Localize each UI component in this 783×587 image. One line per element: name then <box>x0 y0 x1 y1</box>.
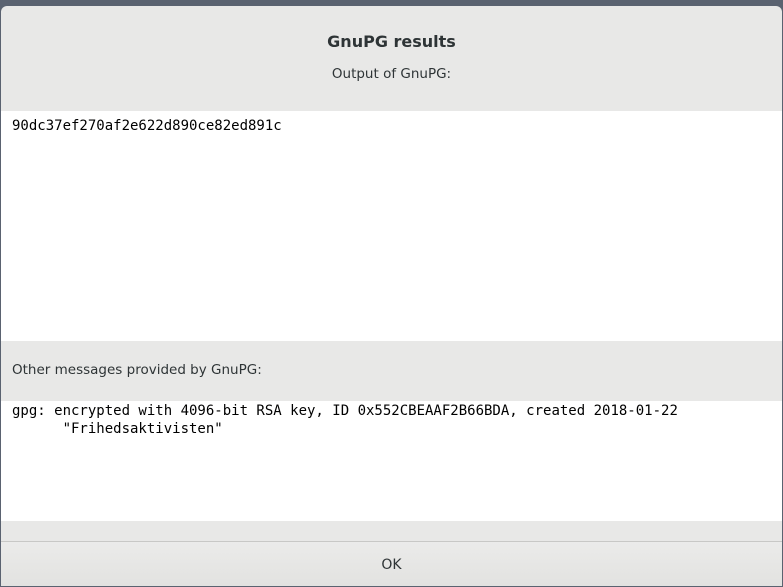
gnupg-results-dialog: GnuPG results Output of GnuPG: 90dc37ef2… <box>1 6 782 586</box>
messages-text-area[interactable]: gpg: encrypted with 4096-bit RSA key, ID… <box>1 401 782 521</box>
button-bar: OK <box>1 541 782 586</box>
dialog-title: GnuPG results <box>327 32 456 51</box>
output-text-area[interactable]: 90dc37ef270af2e622d890ce82ed891c <box>1 111 782 341</box>
ok-button[interactable]: OK <box>1 542 782 586</box>
messages-label: Other messages provided by GnuPG: <box>12 362 262 378</box>
output-label: Output of GnuPG: <box>331 66 452 82</box>
